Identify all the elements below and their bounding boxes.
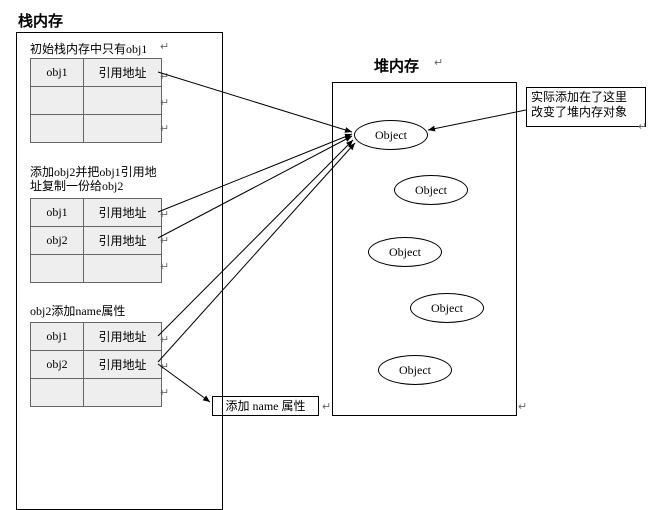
cell-empty	[84, 115, 162, 143]
crlf-icon: ↵	[160, 260, 169, 273]
table-row: obj2 引用地址	[31, 227, 162, 255]
cell-empty	[84, 255, 162, 283]
cell-empty	[84, 379, 162, 407]
heap-object: Object	[368, 237, 442, 267]
table-row: obj1 引用地址	[31, 323, 162, 351]
crlf-icon: ↵	[160, 70, 169, 83]
crlf-icon: ↵	[518, 400, 527, 413]
group2-title: 添加obj2并把obj1引用地 址复制一份给obj2	[30, 165, 157, 193]
stack-title: 栈内存	[18, 10, 63, 31]
crlf-icon: ↵	[160, 122, 169, 135]
group2-title-l1: 添加obj2并把obj1引用地	[30, 165, 157, 179]
diagram-root: 栈内存 初始栈内存中只有obj1 obj1 引用地址 添加obj2并把obj1引…	[0, 0, 650, 510]
cell-name: obj1	[31, 199, 84, 227]
cell-empty	[31, 87, 84, 115]
cell-empty	[84, 87, 162, 115]
cell-value: 引用地址	[84, 199, 162, 227]
callout-l1: 实际添加在了这里	[531, 90, 627, 104]
group3-table: obj1 引用地址 obj2 引用地址	[30, 322, 162, 407]
heap-object: Object	[410, 293, 484, 323]
crlf-icon: ↵	[160, 234, 169, 247]
group3-title: obj2添加name属性	[30, 302, 125, 319]
crlf-icon: ↵	[434, 56, 443, 69]
cell-name: obj2	[31, 351, 84, 379]
callout-heap-change: 实际添加在了这里 改变了堆内存对象	[526, 87, 646, 127]
cell-value: 引用地址	[84, 323, 162, 351]
crlf-icon: ↵	[160, 333, 169, 346]
table-row	[31, 379, 162, 407]
table-row: obj1 引用地址	[31, 59, 162, 87]
crlf-icon: ↵	[160, 208, 169, 221]
group2-title-l2: 址复制一份给obj2	[30, 179, 123, 193]
crlf-icon: ↵	[638, 120, 647, 133]
table-row	[31, 87, 162, 115]
cell-value: 引用地址	[84, 351, 162, 379]
group2-table: obj1 引用地址 obj2 引用地址	[30, 198, 162, 283]
table-row: obj2 引用地址	[31, 351, 162, 379]
callout-l2: 改变了堆内存对象	[531, 105, 627, 119]
cell-name: obj2	[31, 227, 84, 255]
cell-name: obj1	[31, 59, 84, 87]
group1-title: 初始栈内存中只有obj1	[30, 40, 147, 57]
table-row: obj1 引用地址	[31, 199, 162, 227]
cell-name: obj1	[31, 323, 84, 351]
cell-empty	[31, 255, 84, 283]
group1-table: obj1 引用地址	[30, 58, 162, 143]
cell-value: 引用地址	[84, 227, 162, 255]
crlf-icon: ↵	[160, 360, 169, 373]
heap-object: Object	[354, 120, 428, 150]
cell-empty	[31, 379, 84, 407]
crlf-icon: ↵	[160, 40, 169, 53]
crlf-icon: ↵	[160, 386, 169, 399]
crlf-icon: ↵	[322, 400, 331, 413]
callout-add-name: 添加 name 属性	[212, 396, 319, 416]
heap-object: Object	[378, 355, 452, 385]
table-row	[31, 255, 162, 283]
cell-value: 引用地址	[84, 59, 162, 87]
table-row	[31, 115, 162, 143]
heap-object: Object	[394, 175, 468, 205]
heap-title: 堆内存	[374, 55, 419, 76]
crlf-icon: ↵	[160, 96, 169, 109]
cell-empty	[31, 115, 84, 143]
